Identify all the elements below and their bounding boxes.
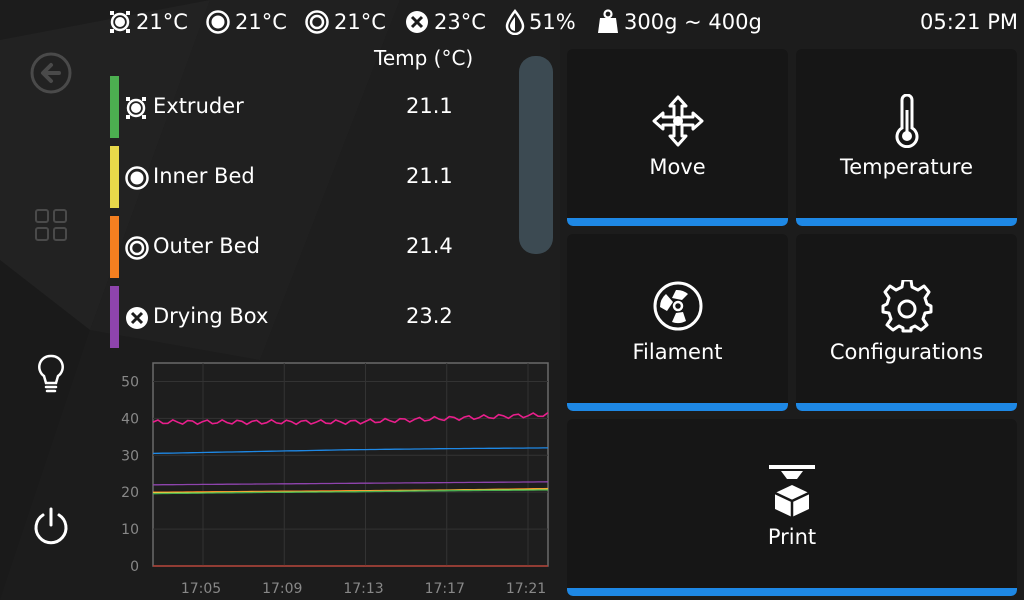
- series-color-bar: [110, 286, 119, 348]
- extruder-temp-text: 21°C: [136, 10, 188, 34]
- tile-accent-bar: [567, 588, 1017, 596]
- chart-ytick-label: 10: [121, 522, 139, 538]
- print-nozzle-icon: [769, 465, 815, 517]
- tile-accent-bar: [567, 218, 788, 226]
- gear-icon: [881, 280, 932, 333]
- temperature-label: Temperature: [839, 155, 974, 179]
- filament-tile[interactable]: Filament: [567, 234, 788, 411]
- row-name: Drying Box: [153, 304, 269, 328]
- light-toggle-button[interactable]: [25, 349, 77, 401]
- status-humidity: 51%: [505, 8, 576, 36]
- status-extruder: 21°C: [108, 8, 188, 36]
- status-inner-bed: 21°C: [205, 8, 287, 36]
- chart-ytick-label: 20: [121, 485, 139, 501]
- temp-row-inner-bed[interactable]: Inner Bed 21.1: [110, 146, 510, 208]
- temp-row-outer-bed[interactable]: Outer Bed 21.4: [110, 216, 510, 278]
- list-scrollbar[interactable]: [519, 56, 553, 254]
- inner-bed-icon: [125, 166, 149, 190]
- outer-bed-icon: [125, 236, 149, 260]
- humidity-drop-icon: [505, 9, 525, 35]
- status-bar: 21°C 21°C 21°C 23°C 51% 300g ~ 400g 05:2…: [0, 0, 1024, 44]
- chart-ytick-label: 0: [130, 559, 139, 575]
- clock: 05:21 PM: [920, 10, 1018, 34]
- row-name: Outer Bed: [153, 234, 260, 258]
- back-arrow-icon: [30, 52, 72, 94]
- inner-bed-icon: [206, 10, 230, 34]
- move-tile[interactable]: Move: [567, 49, 788, 226]
- chart-xtick-label: 17:05: [181, 581, 221, 597]
- row-name: Inner Bed: [153, 164, 255, 188]
- temp-row-drying-box[interactable]: Drying Box 23.2: [110, 286, 510, 348]
- chart-xtick-label: 17:09: [262, 581, 302, 597]
- status-filament-weight: 300g ~ 400g: [596, 8, 762, 36]
- dashboard-grid-button[interactable]: [25, 199, 77, 251]
- temperature-chart: 50 40 30 20 10 0 17:05 17:09 17:13 17:17 17:21: [121, 362, 549, 597]
- series-color-bar: [110, 76, 119, 138]
- status-outer-bed: 21°C: [304, 8, 386, 36]
- tile-accent-bar: [796, 403, 1017, 411]
- extruder-icon: [126, 97, 146, 119]
- move-arrows-icon: [652, 95, 703, 147]
- lightbulb-icon: [38, 354, 64, 393]
- weight-icon: [598, 9, 618, 33]
- humidity-text: 51%: [529, 10, 576, 34]
- row-value: 21.4: [406, 234, 453, 258]
- thermometer-icon: [895, 94, 918, 148]
- extruder-icon: [110, 11, 130, 33]
- temp-row-extruder[interactable]: Extruder 21.1: [110, 76, 510, 138]
- series-color-bar: [110, 216, 119, 278]
- drying-box-icon: [406, 11, 428, 33]
- temp-column-header: Temp (°C): [374, 46, 474, 70]
- outer-bed-icon: [305, 10, 329, 34]
- series-color-bar: [110, 146, 119, 208]
- chart-plot-area: [152, 362, 549, 567]
- move-label: Move: [649, 155, 706, 179]
- back-button[interactable]: [25, 47, 77, 99]
- filament-spool-icon: [653, 281, 702, 331]
- drying-box-temp-text: 23°C: [434, 10, 486, 34]
- drying-box-icon: [126, 307, 148, 329]
- tile-accent-bar: [567, 403, 788, 411]
- chart-xtick-label: 17:17: [425, 581, 465, 597]
- configurations-tile[interactable]: Configurations: [796, 234, 1017, 411]
- status-drying-box: 23°C: [404, 8, 486, 36]
- chart-ytick-label: 40: [121, 411, 139, 427]
- filament-weight-text: 300g ~ 400g: [624, 10, 762, 34]
- grid-icon: [35, 209, 67, 241]
- temperature-tile[interactable]: Temperature: [796, 49, 1017, 226]
- tile-accent-bar: [796, 218, 1017, 226]
- chart-ytick-label: 30: [121, 448, 139, 464]
- row-value: 21.1: [406, 94, 453, 118]
- chart-ytick-label: 50: [121, 374, 139, 390]
- outer-bed-temp-text: 21°C: [334, 10, 386, 34]
- row-value: 23.2: [406, 304, 453, 328]
- filament-label: Filament: [632, 340, 723, 364]
- print-tile[interactable]: Print: [567, 419, 1017, 596]
- power-icon: [34, 507, 68, 545]
- power-button[interactable]: [25, 500, 77, 552]
- configurations-label: Configurations: [829, 340, 984, 364]
- inner-bed-temp-text: 21°C: [235, 10, 287, 34]
- print-label: Print: [767, 525, 817, 549]
- row-name: Extruder: [153, 94, 244, 118]
- chart-xtick-label: 17:21: [506, 581, 546, 597]
- row-value: 21.1: [406, 164, 453, 188]
- chart-xtick-label: 17:13: [343, 581, 383, 597]
